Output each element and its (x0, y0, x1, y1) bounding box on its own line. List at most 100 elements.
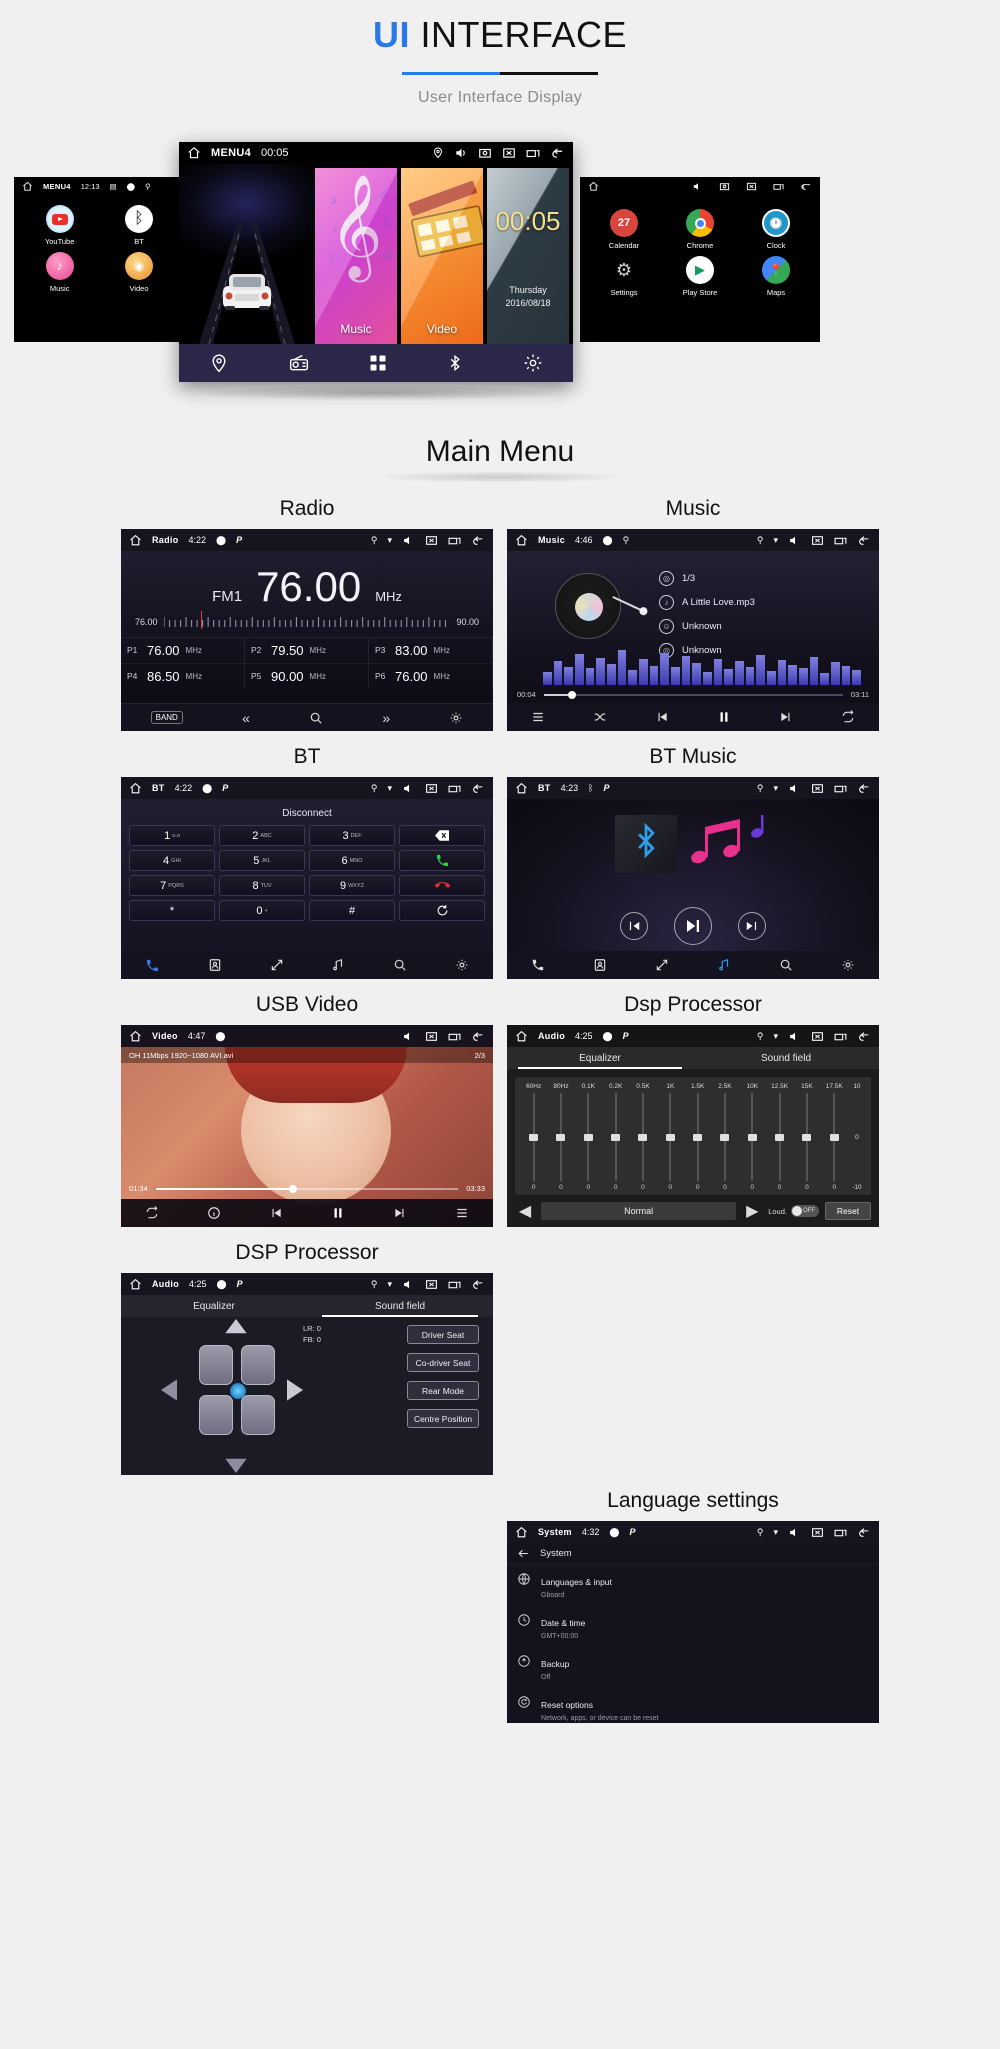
volume-icon[interactable] (402, 534, 415, 547)
radio-dial[interactable]: 76.00 90.00 (121, 607, 493, 633)
next-button[interactable]: » (382, 710, 390, 726)
settings-button[interactable] (449, 711, 463, 725)
eq-slider-knob[interactable] (583, 1133, 593, 1141)
eq-slider-knob[interactable] (829, 1133, 839, 1141)
app-maps[interactable]: 📍 Maps (738, 256, 814, 297)
eq-band-column[interactable]: 15K 0 (794, 1083, 819, 1191)
eq-slider-knob[interactable] (720, 1133, 730, 1141)
eq-slider-knob[interactable] (802, 1133, 812, 1141)
eq-slider-knob[interactable] (747, 1133, 757, 1141)
seat-rear-right[interactable] (241, 1395, 275, 1435)
home-icon[interactable] (22, 181, 33, 192)
settings-icon[interactable] (841, 958, 855, 972)
playlist-icon[interactable] (531, 710, 545, 724)
dial-ruler[interactable] (163, 610, 451, 633)
screenshot-icon[interactable] (478, 146, 492, 160)
eq-slider[interactable] (712, 1093, 737, 1181)
recents-icon[interactable] (526, 146, 540, 160)
preset-button[interactable]: P6 76.00 MHz (369, 662, 493, 689)
home-icon[interactable] (515, 782, 528, 795)
preset-button[interactable]: P1 76.00 MHz (121, 636, 245, 663)
home-icon[interactable] (515, 1526, 528, 1539)
app-clock[interactable]: 🕐 Clock (738, 209, 814, 250)
music-progress[interactable]: 00:04 03:11 (517, 690, 869, 699)
up-arrow-button[interactable] (225, 1319, 247, 1335)
home-icon[interactable] (515, 1030, 528, 1043)
close-icon[interactable] (425, 534, 438, 547)
list-item[interactable]: Date & time GMT+00:00 (507, 1606, 879, 1647)
back-icon[interactable] (471, 782, 485, 795)
back-icon[interactable] (857, 1526, 871, 1539)
settings-icon[interactable] (455, 958, 469, 972)
bt-music-icon[interactable] (717, 958, 731, 972)
back-arrow-icon[interactable] (517, 1547, 530, 1560)
key-0[interactable]: 0 + (219, 900, 305, 921)
soundfield-focus-dot[interactable] (230, 1383, 246, 1399)
preset-driver-seat[interactable]: Driver Seat (407, 1325, 479, 1344)
home-icon[interactable] (129, 1278, 142, 1291)
prev-track-icon[interactable] (655, 710, 669, 724)
eq-band-column[interactable]: 0.1K 0 (576, 1083, 601, 1191)
prev-icon[interactable] (269, 1206, 283, 1220)
eq-slider-knob[interactable] (529, 1133, 539, 1141)
search-icon[interactable] (779, 958, 793, 972)
apps-icon[interactable] (369, 354, 387, 372)
eq-slider[interactable] (767, 1093, 792, 1181)
app-play-store[interactable]: ▶ Play Store (662, 256, 738, 297)
eq-band-column[interactable]: 1.5K 0 (685, 1083, 710, 1191)
eq-slider[interactable] (740, 1093, 765, 1181)
eq-slider-knob[interactable] (638, 1133, 648, 1141)
key-5[interactable]: 5 JKL (219, 850, 305, 871)
eq-slider-knob[interactable] (556, 1133, 566, 1141)
preset-centre-position[interactable]: Centre Position (407, 1409, 479, 1428)
key-8[interactable]: 8 TUV (219, 875, 305, 896)
tile-video[interactable]: Video (401, 168, 483, 344)
search-button[interactable] (309, 711, 323, 725)
eq-slider[interactable] (521, 1093, 546, 1181)
close-icon[interactable] (811, 1526, 824, 1539)
eq-slider[interactable] (603, 1093, 628, 1181)
home-icon[interactable] (129, 534, 142, 547)
key-*[interactable]: * (129, 900, 215, 921)
close-icon[interactable] (502, 146, 516, 160)
bluetooth-icon[interactable] (446, 353, 464, 373)
preset-button[interactable]: P2 79.50 MHz (245, 636, 369, 663)
next-icon[interactable] (393, 1206, 407, 1220)
back-icon[interactable] (857, 782, 871, 795)
eq-slider-knob[interactable] (775, 1133, 785, 1141)
prev-track-button[interactable] (620, 912, 648, 940)
eq-slider[interactable] (685, 1093, 710, 1181)
app-video[interactable]: ◉ Video (99, 252, 178, 293)
navigation-icon[interactable] (209, 353, 229, 373)
eq-band-column[interactable]: 0.5K 0 (630, 1083, 655, 1191)
tab-equalizer[interactable]: Equalizer (507, 1047, 693, 1069)
recents-icon[interactable] (773, 181, 784, 192)
pause-icon[interactable] (331, 1206, 345, 1220)
close-icon[interactable] (811, 782, 824, 795)
search-icon[interactable] (393, 958, 407, 972)
tile-clock[interactable]: 00:05 Thursday 2016/08/18 (487, 168, 569, 344)
home-icon[interactable] (129, 1030, 142, 1043)
back-icon[interactable] (800, 181, 812, 192)
eq-slider-knob[interactable] (693, 1133, 703, 1141)
recents-icon[interactable] (834, 534, 847, 547)
recents-icon[interactable] (448, 1278, 461, 1291)
radio-icon[interactable] (288, 353, 310, 373)
eq-band-column[interactable]: 1K 0 (658, 1083, 683, 1191)
back-icon[interactable] (471, 1030, 485, 1043)
tile-music[interactable]: 𝄞 ♪ ♫ ♪ ♫ ♪ ♫ Music (315, 168, 397, 344)
info-icon[interactable] (207, 1206, 221, 1220)
tab-equalizer[interactable]: Equalizer (121, 1295, 307, 1317)
eq-slider[interactable] (658, 1093, 683, 1181)
contacts-icon[interactable] (593, 958, 607, 972)
seat-front-left[interactable] (199, 1345, 233, 1385)
list-item[interactable]: Languages & input Gboard (507, 1565, 879, 1606)
repeat-icon[interactable] (841, 710, 855, 724)
video-progress[interactable]: 01:34 03:33 (129, 1184, 485, 1193)
preset-codriver-seat[interactable]: Co-driver Seat (407, 1353, 479, 1372)
eq-slider[interactable] (548, 1093, 573, 1181)
volume-icon[interactable] (788, 1030, 801, 1043)
pause-icon[interactable] (717, 710, 731, 724)
call-icon[interactable] (399, 850, 485, 871)
eq-band-column[interactable]: 17.5K 0 (822, 1083, 847, 1191)
